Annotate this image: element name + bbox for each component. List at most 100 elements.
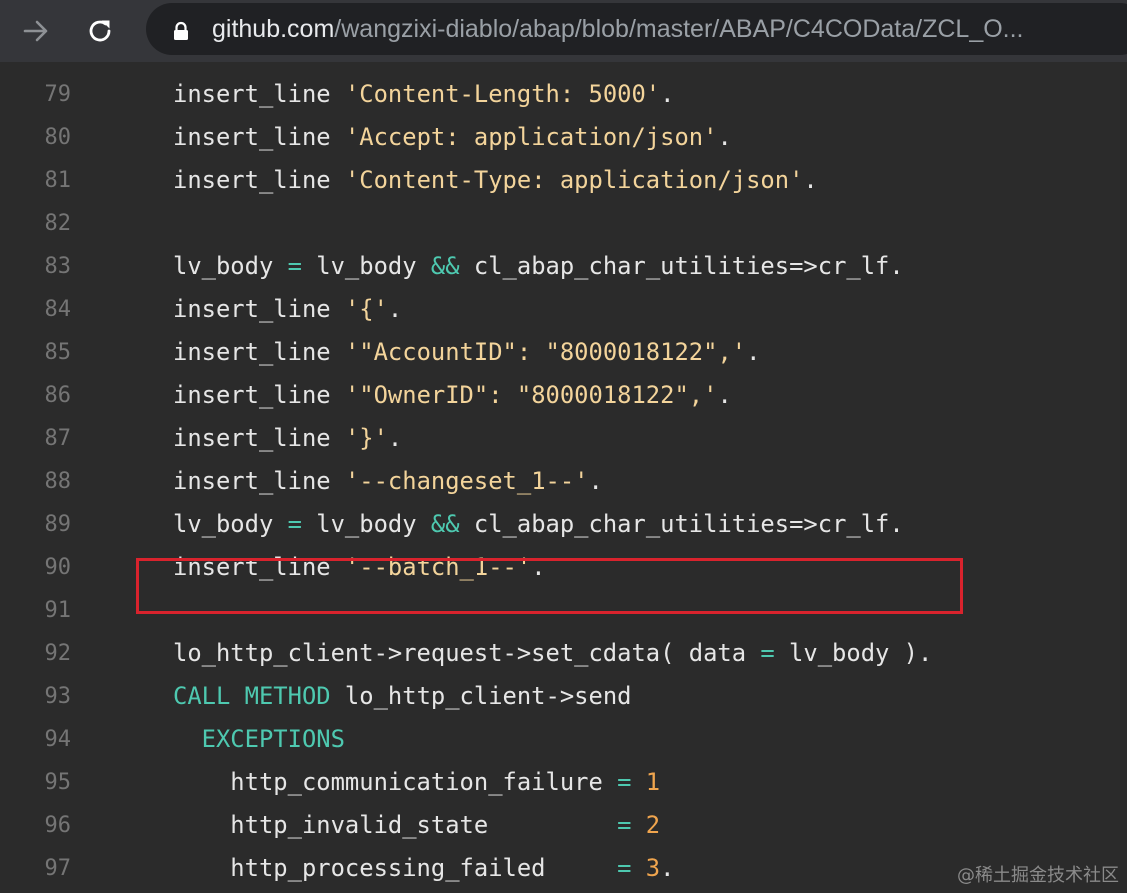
- address-bar[interactable]: github.com/wangzixi-diablo/abap/blob/mas…: [146, 3, 1127, 55]
- code-line: 88 insert_line '--changeset_1--'.: [0, 460, 1127, 503]
- line-number[interactable]: 87: [0, 417, 72, 460]
- code-token: http_processing_failed: [173, 854, 618, 882]
- code-token: '"OwnerID": "8000018122",': [344, 381, 718, 409]
- code-token: 'Content-Length: 5000': [344, 80, 661, 108]
- line-number[interactable]: 90: [0, 546, 72, 589]
- code-token: insert_line: [173, 338, 345, 366]
- code-text: insert_line '{'.: [173, 288, 402, 331]
- code-token: CALL METHOD: [173, 682, 331, 710]
- code-text: http_processing_failed = 3.: [173, 847, 674, 890]
- line-number[interactable]: 92: [0, 632, 72, 675]
- code-token: 'Content-Type: application/json': [344, 166, 804, 194]
- code-line: 80 insert_line 'Accept: application/json'…: [0, 116, 1127, 159]
- line-number[interactable]: 95: [0, 761, 72, 804]
- line-number[interactable]: 89: [0, 503, 72, 546]
- code-token: '}': [344, 424, 388, 452]
- code-token: .: [717, 123, 732, 151]
- code-line: 95 http_communication_failure = 1: [0, 761, 1127, 804]
- code-token: insert_line: [173, 424, 345, 452]
- line-number[interactable]: 79: [0, 73, 72, 116]
- code-line: 94 EXCEPTIONS: [0, 718, 1127, 761]
- code-token: '--changeset_1--': [344, 467, 589, 495]
- line-number[interactable]: 93: [0, 675, 72, 718]
- code-token: =: [287, 510, 302, 538]
- code-token: .: [387, 424, 403, 452]
- code-text: http_invalid_state = 2: [173, 804, 660, 847]
- code-token: insert_line: [173, 381, 345, 409]
- code-text: lo_http_client->request->set_cdata( data…: [173, 632, 932, 675]
- code-line: 83 lv_body = lv_body && cl_abap_char_util…: [0, 245, 1127, 288]
- code-token: http_invalid_state: [173, 811, 618, 839]
- code-token: &&: [430, 252, 460, 280]
- code-text: lv_body = lv_body && cl_abap_char_utilit…: [173, 503, 904, 546]
- code-line: 92 lo_http_client->request->set_cdata( da…: [0, 632, 1127, 675]
- code-token: cl_abap_char_utilities=>cr_lf.: [459, 252, 904, 280]
- browser-toolbar: github.com/wangzixi-diablo/abap/blob/mas…: [0, 0, 1127, 62]
- code-text: insert_line '"OwnerID": "8000018122",'.: [173, 374, 732, 417]
- code-line: 81 insert_line 'Content-Type: application…: [0, 159, 1127, 202]
- code-token: .: [746, 338, 761, 366]
- line-number[interactable]: 88: [0, 460, 72, 503]
- code-token: =: [617, 768, 632, 796]
- code-line: 82: [0, 202, 1127, 245]
- code-token: .: [660, 854, 675, 882]
- line-number[interactable]: 81: [0, 159, 72, 202]
- line-number[interactable]: 83: [0, 245, 72, 288]
- line-number[interactable]: 97: [0, 847, 72, 890]
- code-text: insert_line 'Content-Length: 5000'.: [173, 73, 674, 116]
- code-token: insert_line: [173, 467, 345, 495]
- lock-icon: [174, 21, 188, 40]
- line-number[interactable]: 96: [0, 804, 72, 847]
- code-token: 1: [645, 768, 661, 796]
- line-number[interactable]: 82: [0, 202, 72, 245]
- code-line: 86 insert_line '"OwnerID": "8000018122",'…: [0, 374, 1127, 417]
- code-token: lv_body: [173, 252, 288, 280]
- reload-button[interactable]: [78, 9, 122, 53]
- code-token: '{': [344, 295, 388, 323]
- code-text: CALL METHOD lo_http_client->send: [173, 675, 631, 718]
- code-line: 93 CALL METHOD lo_http_client->send: [0, 675, 1127, 718]
- code-token: .: [717, 381, 732, 409]
- line-number[interactable]: 84: [0, 288, 72, 331]
- code-token: insert_line: [173, 123, 345, 151]
- code-token: =: [617, 811, 632, 839]
- code-text: insert_line 'Accept: application/json'.: [173, 116, 732, 159]
- url-path: /wangzixi-diablo/abap/blob/master/ABAP/C…: [334, 15, 1024, 43]
- back-button[interactable]: [14, 9, 58, 53]
- code-line: 84 insert_line '{'.: [0, 288, 1127, 331]
- code-token: .: [803, 166, 818, 194]
- line-number[interactable]: 85: [0, 331, 72, 374]
- code-token: =: [760, 639, 775, 667]
- line-number[interactable]: 94: [0, 718, 72, 761]
- code-text: insert_line '--changeset_1--'.: [173, 460, 603, 503]
- code-token: insert_line: [173, 166, 345, 194]
- code-token: 2: [645, 811, 661, 839]
- code-token: EXCEPTIONS: [201, 725, 345, 753]
- code-token: insert_line: [173, 80, 345, 108]
- code-token: insert_line: [173, 295, 345, 323]
- code-text: http_communication_failure = 1: [173, 761, 660, 804]
- code-line: 89 lv_body = lv_body && cl_abap_char_util…: [0, 503, 1127, 546]
- code-token: http_communication_failure: [173, 768, 618, 796]
- address-bar-url[interactable]: github.com/wangzixi-diablo/abap/blob/mas…: [212, 3, 1024, 55]
- line-number[interactable]: 86: [0, 374, 72, 417]
- code-text: insert_line 'Content-Type: application/j…: [173, 159, 818, 202]
- code-token: .: [588, 467, 603, 495]
- code-token: .: [387, 295, 403, 323]
- line-number[interactable]: 80: [0, 116, 72, 159]
- code-token: cl_abap_char_utilities=>cr_lf.: [459, 510, 904, 538]
- code-token: 3: [645, 854, 661, 882]
- url-host: github.com: [212, 15, 335, 43]
- code-token: lo_http_client->send: [330, 682, 632, 710]
- code-token: lv_body ).: [774, 639, 933, 667]
- code-token: &&: [430, 510, 460, 538]
- code-text: insert_line '}'.: [173, 417, 402, 460]
- arrow-right-icon: [23, 20, 48, 42]
- watermark: @稀土掘金技术社区: [957, 865, 1119, 886]
- line-number[interactable]: 91: [0, 589, 72, 632]
- code-line: 96 http_invalid_state = 2: [0, 804, 1127, 847]
- code-text: EXCEPTIONS: [173, 718, 345, 761]
